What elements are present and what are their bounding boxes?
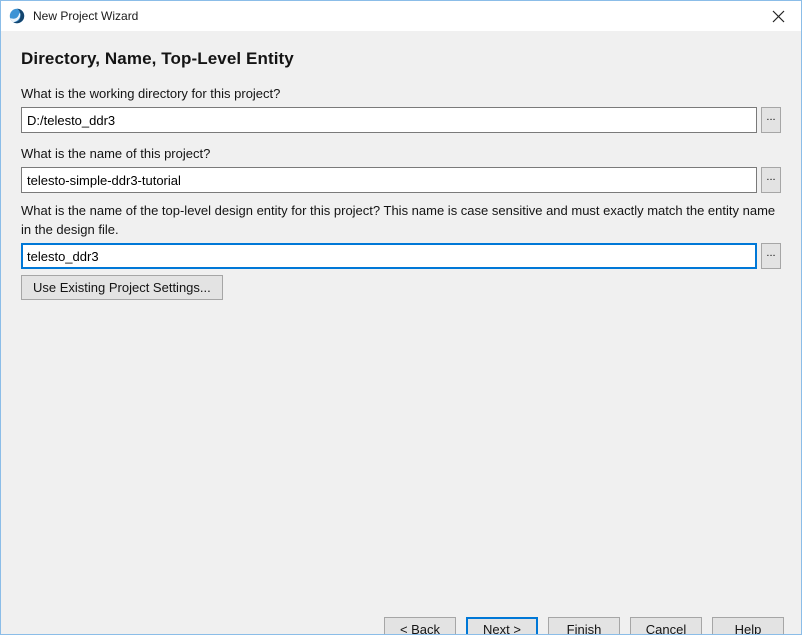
top-level-entity-row: ...	[21, 243, 781, 269]
quartus-logo-icon	[9, 8, 25, 24]
working-directory-input[interactable]	[21, 107, 757, 133]
working-directory-row: ...	[21, 107, 781, 133]
title-bar[interactable]: New Project Wizard	[1, 1, 801, 31]
next-button[interactable]: Next >	[466, 617, 538, 635]
working-directory-question: What is the working directory for this p…	[21, 84, 781, 103]
back-button[interactable]: < Back	[384, 617, 456, 635]
dialog-content: Directory, Name, Top-Level Entity What i…	[1, 49, 801, 635]
close-button[interactable]	[756, 1, 801, 31]
close-icon	[772, 10, 785, 23]
cancel-button[interactable]: Cancel	[630, 617, 702, 635]
project-name-question: What is the name of this project?	[21, 144, 781, 163]
dialog-button-bar: < Back Next > Finish Cancel Help	[384, 617, 784, 635]
working-directory-browse-button[interactable]: ...	[761, 107, 781, 133]
finish-button[interactable]: Finish	[548, 617, 620, 635]
help-button[interactable]: Help	[712, 617, 784, 635]
top-level-entity-question: What is the name of the top-level design…	[21, 201, 781, 239]
top-level-entity-browse-button[interactable]: ...	[761, 243, 781, 269]
project-name-row: ...	[21, 167, 781, 193]
project-name-browse-button[interactable]: ...	[761, 167, 781, 193]
page-title: Directory, Name, Top-Level Entity	[21, 49, 781, 69]
window-title: New Project Wizard	[33, 9, 756, 23]
use-existing-project-settings-button[interactable]: Use Existing Project Settings...	[21, 275, 223, 300]
new-project-wizard-dialog: New Project Wizard Directory, Name, Top-…	[0, 0, 802, 635]
top-level-entity-input[interactable]	[21, 243, 757, 269]
project-name-input[interactable]	[21, 167, 757, 193]
